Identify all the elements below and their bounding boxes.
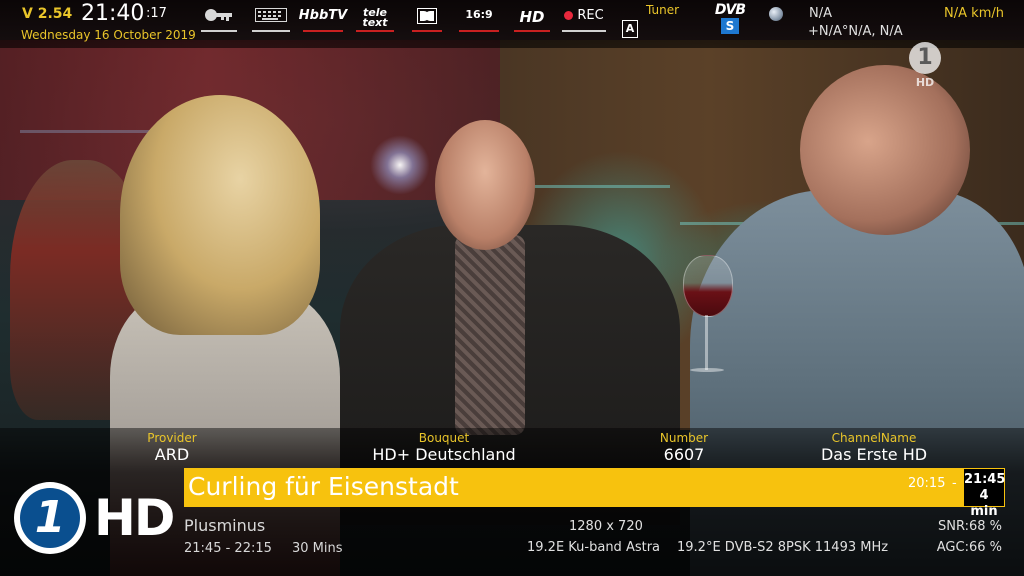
snr-readout: SNR:68 % — [937, 519, 1002, 534]
next-event-duration: 30 Mins — [292, 541, 343, 556]
gps-coords: N/A — [809, 6, 832, 21]
dvb-s-indicator: DVB S — [714, 2, 746, 34]
tuner-label: Tuner — [646, 3, 680, 17]
channel-number: Number 6607 — [659, 431, 709, 464]
person-woman-hair — [120, 95, 320, 335]
provider: Provider ARD — [147, 431, 197, 464]
current-event-end: 21:45 4 min — [963, 468, 1005, 519]
teletext-indicator: tele text — [356, 7, 394, 32]
aspect-ratio-indicator: 16:9 — [459, 8, 499, 32]
satellite-name: 19.2E Ku-band Astra — [527, 540, 661, 555]
agc-readout: AGC:66 % — [936, 540, 1002, 555]
video-resolution: 1280 x 720 — [569, 519, 643, 534]
channel-name: ChannelName Das Erste HD — [820, 431, 928, 464]
globe-icon — [769, 7, 783, 21]
wine-glass-stem — [705, 315, 708, 370]
clock: 21:40 — [81, 1, 145, 26]
current-event-title: Curling für Eisenstadt — [188, 472, 459, 501]
next-event-title: Plusminus — [184, 516, 266, 535]
firmware-version: V 2.54 — [22, 6, 73, 22]
clock-seconds: :17 — [146, 6, 167, 21]
bouquet: Bouquet HD+ Deutschland — [372, 431, 516, 464]
person-middle-shirt — [455, 235, 525, 435]
current-event-separator: - — [952, 476, 957, 491]
rec-indicator: REC — [562, 8, 606, 32]
light-flare — [370, 135, 430, 195]
hbbtv-indicator: HbbTV — [299, 8, 347, 32]
date: Wednesday 16 October 2019 — [21, 28, 196, 42]
current-event-start: 20:15 — [908, 476, 946, 491]
next-event-time: 21:45 - 22:15 — [184, 541, 272, 556]
gps-speed: N/A km/h — [944, 6, 1004, 21]
channel-watermark: 1 HD — [908, 42, 942, 92]
hd-indicator: HD — [514, 8, 550, 32]
person-middle-head — [435, 120, 535, 250]
dolby-icon — [412, 8, 442, 32]
record-icon — [564, 11, 574, 20]
audio-track-indicator: A — [622, 20, 638, 38]
shelf-edge — [520, 185, 670, 188]
wine-glass-foot — [690, 368, 724, 372]
keyboard-icon — [252, 8, 290, 32]
gps-position: +N/A°N/A, N/A — [808, 24, 903, 39]
person-right-head — [800, 65, 970, 235]
wine-glass — [683, 255, 733, 317]
key-icon — [201, 8, 237, 32]
transponder-info: 19.2°E DVB-S2 8PSK 11493 MHz — [677, 540, 889, 555]
channel-logo: 1 HD — [14, 482, 175, 554]
